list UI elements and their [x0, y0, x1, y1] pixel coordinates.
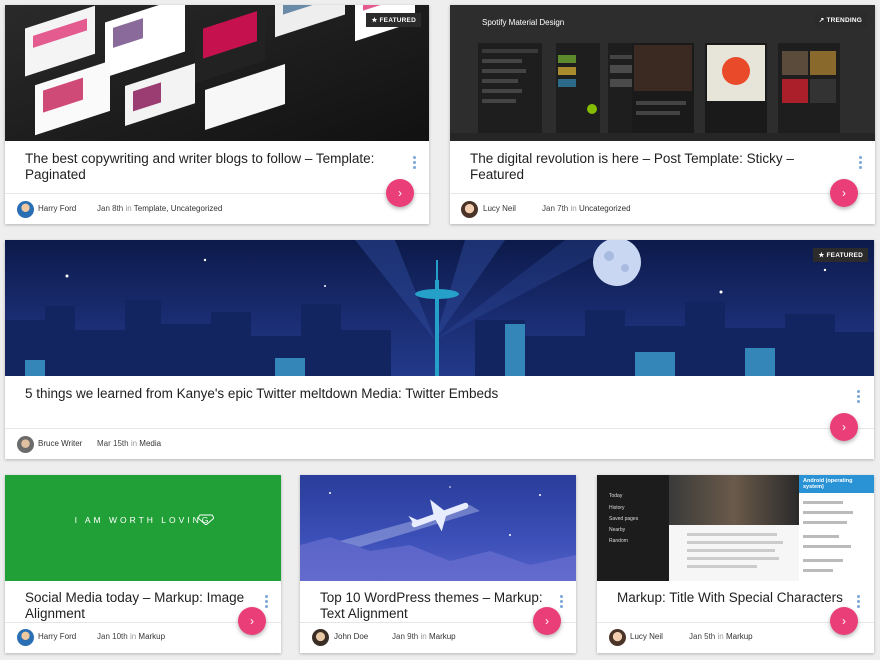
avatar[interactable] — [609, 629, 626, 646]
read-more-button[interactable]: › — [830, 607, 858, 635]
more-options-icon[interactable] — [413, 156, 416, 169]
divider — [5, 193, 429, 194]
avatar[interactable] — [17, 629, 34, 646]
post-thumbnail[interactable]: Today History Saved pages Nearby Random … — [597, 475, 874, 581]
in-label: in — [125, 204, 132, 213]
featured-badge: ★ FEATURED — [366, 13, 421, 27]
post-card[interactable]: Top 10 WordPress themes – Markup: Text A… — [300, 475, 576, 653]
date-text: Mar 15th — [97, 439, 129, 448]
thumbnail-sidebar: Android (operating system) — [799, 475, 874, 581]
date-text: Jan 10th — [97, 632, 128, 641]
read-more-button[interactable]: › — [533, 607, 561, 635]
post-thumbnail[interactable]: I AM WORTH LOVING — [5, 475, 281, 581]
post-card[interactable]: ★ FEATURED The best copywriting and writ… — [5, 5, 429, 224]
thumbnail-article — [669, 525, 799, 581]
heart-diamond-icon — [198, 514, 214, 525]
more-options-icon[interactable] — [560, 595, 563, 608]
thumbnail-image — [300, 486, 576, 581]
avatar[interactable] — [17, 201, 34, 218]
in-label: in — [420, 632, 427, 641]
date-text: Jan 8th — [97, 204, 124, 213]
avatar[interactable] — [312, 629, 329, 646]
menu-item: Saved pages — [609, 516, 639, 522]
thumbnail-image — [25, 5, 415, 136]
menu-item: Random — [609, 538, 628, 544]
divider — [450, 193, 875, 194]
category-links[interactable]: Media — [139, 439, 161, 448]
menu-item: History — [609, 505, 625, 511]
read-more-button[interactable]: › — [830, 413, 858, 441]
author-name[interactable]: John Doe — [334, 623, 368, 651]
post-title[interactable]: Top 10 WordPress themes – Markup: Text A… — [320, 590, 555, 622]
category-links[interactable]: Uncategorized — [579, 204, 631, 213]
author-name[interactable]: Lucy Neil — [483, 195, 516, 223]
thumbnail-image — [5, 240, 874, 376]
post-title[interactable]: Markup: Title With Special Characters — [617, 590, 852, 606]
read-more-button[interactable]: › — [830, 179, 858, 207]
divider — [5, 428, 874, 429]
avatar[interactable] — [461, 201, 478, 218]
read-more-button[interactable]: › — [386, 179, 414, 207]
post-card[interactable]: I AM WORTH LOVING Social Media today – M… — [5, 475, 281, 653]
in-label: in — [717, 632, 724, 641]
thumbnail-caption: Spotify Material Design — [482, 18, 565, 27]
post-title[interactable]: The digital revolution is here – Post Te… — [470, 151, 840, 183]
post-card[interactable]: Today History Saved pages Nearby Random … — [597, 475, 874, 653]
post-thumbnail[interactable]: Spotify Material Design ↗ TRENDING — [450, 5, 875, 141]
thumbnail-menu: Today History Saved pages Nearby Random — [597, 475, 669, 581]
post-meta: Harry Ford Jan 8th in Template, Uncatego… — [5, 195, 429, 223]
post-date: Jan 5th in Markup — [689, 623, 753, 651]
in-label: in — [570, 204, 577, 213]
post-meta: Bruce Writer Mar 15th in Media — [5, 430, 874, 458]
category-links[interactable]: Markup — [138, 632, 165, 641]
more-options-icon[interactable] — [859, 156, 862, 169]
more-options-icon[interactable] — [857, 595, 860, 608]
read-more-button[interactable]: › — [238, 607, 266, 635]
author-name[interactable]: Harry Ford — [38, 623, 76, 651]
category-links[interactable]: Markup — [726, 632, 753, 641]
author-name[interactable]: Harry Ford — [38, 195, 76, 223]
in-label: in — [130, 439, 138, 448]
more-options-icon[interactable] — [857, 390, 860, 403]
thumbnail-caption: I AM WORTH LOVING — [74, 515, 212, 525]
post-card[interactable]: Spotify Material Design ↗ TRENDING The d… — [450, 5, 875, 224]
menu-item: Today — [609, 493, 623, 499]
post-thumbnail[interactable]: ★ FEATURED — [5, 5, 429, 141]
post-card[interactable]: ★ FEATURED 5 things we learned from Kany… — [5, 240, 874, 459]
author-name[interactable]: Lucy Neil — [630, 623, 663, 651]
thumbnail-photo — [669, 475, 799, 525]
in-label: in — [129, 632, 137, 641]
category-links[interactable]: Template, Uncategorized — [134, 204, 223, 213]
featured-badge: ★ FEATURED — [813, 248, 868, 262]
avatar[interactable] — [17, 436, 34, 453]
post-title[interactable]: Social Media today – Markup: Image Align… — [25, 590, 250, 622]
post-title[interactable]: The best copywriting and writer blogs to… — [25, 151, 410, 183]
post-date: Jan 9th in Markup — [392, 623, 456, 651]
date-text: Jan 9th — [392, 632, 419, 641]
author-name[interactable]: Bruce Writer — [38, 430, 82, 458]
more-options-icon[interactable] — [265, 595, 268, 608]
category-links[interactable]: Markup — [429, 632, 456, 641]
post-date: Mar 15th in Media — [97, 430, 161, 458]
date-text: Jan 7th — [542, 204, 569, 213]
post-date: Jan 7th in Uncategorized — [542, 195, 631, 223]
post-thumbnail[interactable]: ★ FEATURED — [5, 240, 874, 376]
thumbnail-caption: Android (operating system) — [799, 475, 874, 493]
trending-badge: ↗ TRENDING — [813, 13, 867, 27]
post-meta: Lucy Neil Jan 7th in Uncategorized — [450, 195, 875, 223]
post-date: Jan 8th in Template, Uncategorized — [97, 195, 222, 223]
post-title[interactable]: 5 things we learned from Kanye's epic Tw… — [25, 386, 825, 402]
post-date: Jan 10th in Markup — [97, 623, 165, 651]
menu-item: Nearby — [609, 527, 626, 533]
post-thumbnail[interactable] — [300, 475, 576, 581]
date-text: Jan 5th — [689, 632, 716, 641]
